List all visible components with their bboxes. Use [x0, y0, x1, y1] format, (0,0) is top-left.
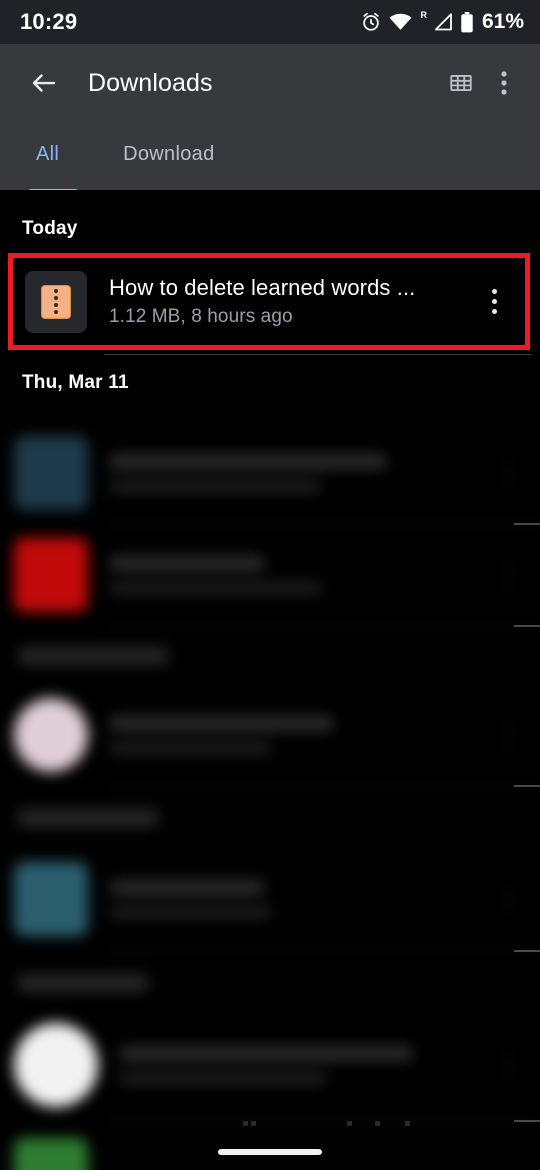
- list-item[interactable]: [0, 862, 540, 936]
- list-divider: [104, 354, 532, 355]
- overflow-menu-icon[interactable]: [494, 886, 522, 912]
- downloads-list[interactable]: Today How to delete learned words ... 1.…: [0, 190, 540, 1170]
- list-item-text: [110, 715, 494, 755]
- status-bar-icons: R 61%: [360, 10, 524, 34]
- section-header: [18, 647, 168, 665]
- app-bar: Downloads All Download: [0, 44, 540, 196]
- battery-percent-label: 61%: [481, 10, 524, 33]
- overflow-menu-icon[interactable]: [494, 1052, 522, 1078]
- list-item-text: [120, 1045, 494, 1085]
- app-bar-top-row: Downloads: [0, 44, 540, 122]
- download-row[interactable]: How to delete learned words ... 1.12 MB,…: [13, 258, 525, 345]
- cellular-signal-icon: [433, 13, 453, 31]
- page-title: Downloads: [88, 68, 213, 97]
- back-arrow-icon[interactable]: [22, 61, 66, 105]
- overflow-menu-icon[interactable]: [494, 460, 522, 486]
- section-header-mar11: Thu, Mar 11: [22, 372, 129, 393]
- tab-all[interactable]: All: [27, 122, 79, 196]
- download-subtitle: 1.12 MB, 8 hours ago: [109, 305, 293, 327]
- list-item[interactable]: [0, 538, 540, 612]
- nav-bar-artifacts: [0, 1121, 540, 1129]
- home-gesture-pill[interactable]: [218, 1149, 322, 1155]
- download-row-text: How to delete learned words ... 1.12 MB,…: [109, 274, 477, 330]
- section-header: [18, 809, 158, 827]
- list-item[interactable]: [0, 1023, 540, 1107]
- section-header: [18, 974, 148, 992]
- image-thumbnail-icon: [14, 862, 88, 936]
- wifi-icon: [389, 13, 412, 31]
- highlighted-download-item[interactable]: How to delete learned words ... 1.12 MB,…: [8, 253, 530, 350]
- list-item-text: [110, 453, 494, 493]
- archive-file-icon: [41, 284, 71, 319]
- battery-icon: [460, 11, 474, 33]
- grid-view-icon[interactable]: [438, 60, 484, 106]
- alarm-icon: [360, 11, 382, 33]
- roaming-indicator: R: [420, 10, 427, 20]
- list-item-text: [110, 879, 494, 919]
- image-thumbnail-icon: [14, 698, 88, 772]
- overflow-menu-icon[interactable]: [477, 289, 511, 314]
- image-thumbnail-icon: [14, 436, 88, 510]
- download-title: How to delete learned words ...: [109, 274, 416, 300]
- tab-all-label: All: [36, 142, 60, 165]
- file-thumbnail: [25, 270, 87, 333]
- list-item[interactable]: [0, 698, 540, 772]
- phone-screen: 10:29 R 61% Downloads All Download Today…: [0, 0, 540, 1170]
- overflow-menu-icon[interactable]: [484, 60, 524, 106]
- image-thumbnail-icon: [14, 1138, 88, 1170]
- tab-download[interactable]: Download: [123, 122, 214, 190]
- list-item-text: [110, 555, 494, 595]
- tab-download-label: Download: [123, 142, 215, 165]
- status-bar-clock: 10:29: [20, 9, 78, 34]
- status-bar: 10:29 R 61%: [0, 0, 540, 44]
- tab-bar: All Download: [0, 122, 540, 196]
- section-header-today: Today: [22, 218, 78, 239]
- overflow-menu-icon[interactable]: [494, 722, 522, 748]
- list-item[interactable]: [0, 436, 540, 510]
- image-thumbnail-icon: [14, 1023, 98, 1107]
- overflow-menu-icon[interactable]: [494, 562, 522, 588]
- image-thumbnail-icon: [14, 538, 88, 612]
